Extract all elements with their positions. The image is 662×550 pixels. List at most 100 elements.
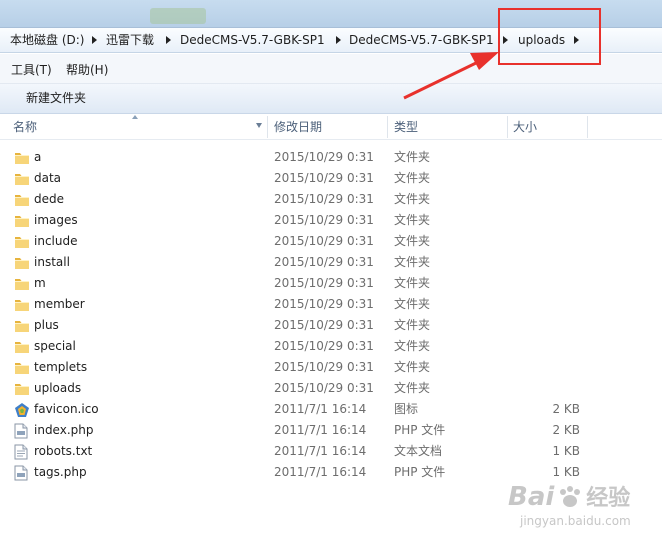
- file-name: special: [34, 339, 76, 353]
- file-modified-date: 2015/10/29 0:31: [274, 297, 374, 311]
- file-name: install: [34, 255, 70, 269]
- file-size: [500, 147, 580, 168]
- folder-row[interactable]: uploads 2015/10/29 0:31 文件夹: [0, 378, 662, 399]
- text-file-icon: [14, 444, 30, 460]
- command-bar: 新建文件夹: [0, 84, 662, 114]
- file-name: robots.txt: [34, 444, 93, 458]
- file-name: a: [34, 150, 42, 164]
- file-name: m: [34, 276, 46, 290]
- folder-icon: [14, 381, 30, 396]
- file-type: 文件夹: [394, 213, 431, 227]
- file-name: dede: [34, 192, 64, 206]
- file-type: 文件夹: [394, 297, 431, 311]
- file-name: member: [34, 297, 85, 311]
- column-divider[interactable]: [507, 116, 508, 138]
- file-name: uploads: [34, 381, 82, 395]
- folder-icon: [14, 213, 30, 228]
- file-type: 文本文档: [394, 444, 443, 458]
- file-size: [500, 252, 580, 273]
- column-header-date[interactable]: 修改日期: [274, 114, 322, 139]
- file-modified-date: 2015/10/29 0:31: [274, 234, 374, 248]
- folder-icon: [14, 339, 30, 354]
- file-type: 文件夹: [394, 381, 431, 395]
- file-name: images: [34, 213, 78, 227]
- file-modified-date: 2011/7/1 16:14: [274, 423, 367, 437]
- file-size: 2 KB: [552, 402, 580, 416]
- file-modified-date: 2015/10/29 0:31: [274, 318, 374, 332]
- folder-row[interactable]: special 2015/10/29 0:31 文件夹: [0, 336, 662, 357]
- column-header-type[interactable]: 类型: [394, 114, 418, 139]
- breadcrumb-item-dedecms-1[interactable]: DedeCMS-V5.7-GBK-SP1: [180, 28, 325, 52]
- file-type: PHP 文件: [394, 423, 446, 437]
- breadcrumb-item-dedecms-2[interactable]: DedeCMS-V5.7-GBK-SP1: [349, 28, 494, 52]
- file-modified-date: 2015/10/29 0:31: [274, 360, 374, 374]
- menu-tools[interactable]: 工具(T): [11, 54, 52, 84]
- folder-row[interactable]: templets 2015/10/29 0:31 文件夹: [0, 357, 662, 378]
- chevron-down-icon[interactable]: [256, 123, 262, 128]
- paw-icon: [556, 485, 584, 509]
- breadcrumb-separator-icon[interactable]: [92, 36, 97, 44]
- file-type: 文件夹: [394, 234, 431, 248]
- column-divider[interactable]: [587, 116, 588, 138]
- folder-row[interactable]: include 2015/10/29 0:31 文件夹: [0, 231, 662, 252]
- column-header-row: 名称 修改日期 类型 大小: [0, 114, 662, 140]
- folder-icon: [14, 255, 30, 270]
- folder-row[interactable]: plus 2015/10/29 0:31 文件夹: [0, 315, 662, 336]
- file-row[interactable]: index.php 2011/7/1 16:14 PHP 文件 2 KB: [0, 420, 662, 441]
- folder-row[interactable]: images 2015/10/29 0:31 文件夹: [0, 210, 662, 231]
- file-row[interactable]: favicon.ico 2011/7/1 16:14 图标 2 KB: [0, 399, 662, 420]
- column-divider[interactable]: [267, 116, 268, 138]
- folder-icon: [14, 171, 30, 186]
- watermark-url: jingyan.baidu.com: [520, 514, 631, 528]
- folder-icon: [14, 150, 30, 165]
- file-size: [500, 378, 580, 399]
- breadcrumb-separator-icon[interactable]: [166, 36, 171, 44]
- folder-row[interactable]: data 2015/10/29 0:31 文件夹: [0, 168, 662, 189]
- breadcrumb-separator-icon[interactable]: [336, 36, 341, 44]
- file-name: tags.php: [34, 465, 87, 479]
- file-modified-date: 2011/7/1 16:14: [274, 465, 367, 479]
- file-name: plus: [34, 318, 59, 332]
- folder-icon: [14, 297, 30, 312]
- file-size: 2 KB: [552, 423, 580, 437]
- file-modified-date: 2015/10/29 0:31: [274, 276, 374, 290]
- file-type: 图标: [394, 402, 419, 416]
- file-size: [500, 357, 580, 378]
- file-name: favicon.ico: [34, 402, 99, 416]
- file-size: [500, 336, 580, 357]
- menu-help[interactable]: 帮助(H): [66, 54, 108, 84]
- new-folder-button[interactable]: 新建文件夹: [26, 84, 86, 112]
- folder-icon: [14, 318, 30, 333]
- highlight-box: [498, 8, 601, 65]
- file-modified-date: 2015/10/29 0:31: [274, 150, 374, 164]
- folder-row[interactable]: dede 2015/10/29 0:31 文件夹: [0, 189, 662, 210]
- column-header-name[interactable]: 名称: [13, 114, 37, 139]
- breadcrumb-item-drive[interactable]: 本地磁盘 (D:): [10, 28, 84, 52]
- folder-row[interactable]: m 2015/10/29 0:31 文件夹: [0, 273, 662, 294]
- folder-icon: [14, 276, 30, 291]
- watermark-brand: Bai 经验: [508, 480, 630, 512]
- file-modified-date: 2011/7/1 16:14: [274, 402, 367, 416]
- file-size: [500, 168, 580, 189]
- column-divider[interactable]: [387, 116, 388, 138]
- file-type: PHP 文件: [394, 465, 446, 479]
- file-size: [500, 210, 580, 231]
- breadcrumb-item-xunlei[interactable]: 迅雷下载: [106, 28, 154, 52]
- file-type: 文件夹: [394, 339, 431, 353]
- sort-ascending-icon: [132, 115, 138, 119]
- folder-row[interactable]: install 2015/10/29 0:31 文件夹: [0, 252, 662, 273]
- file-type: 文件夹: [394, 171, 431, 185]
- folder-row[interactable]: member 2015/10/29 0:31 文件夹: [0, 294, 662, 315]
- file-name: templets: [34, 360, 88, 374]
- watermark-brand-text: 经验: [586, 486, 631, 511]
- file-row[interactable]: robots.txt 2011/7/1 16:14 文本文档 1 KB: [0, 441, 662, 462]
- folder-row[interactable]: a 2015/10/29 0:31 文件夹: [0, 147, 662, 168]
- file-size: [500, 273, 580, 294]
- file-name: data: [34, 171, 62, 185]
- folder-icon: [14, 192, 30, 207]
- php-file-icon: [14, 465, 30, 481]
- file-modified-date: 2015/10/29 0:31: [274, 339, 374, 353]
- file-size: [500, 231, 580, 252]
- column-header-size[interactable]: 大小: [513, 114, 537, 139]
- file-type: 文件夹: [394, 276, 431, 290]
